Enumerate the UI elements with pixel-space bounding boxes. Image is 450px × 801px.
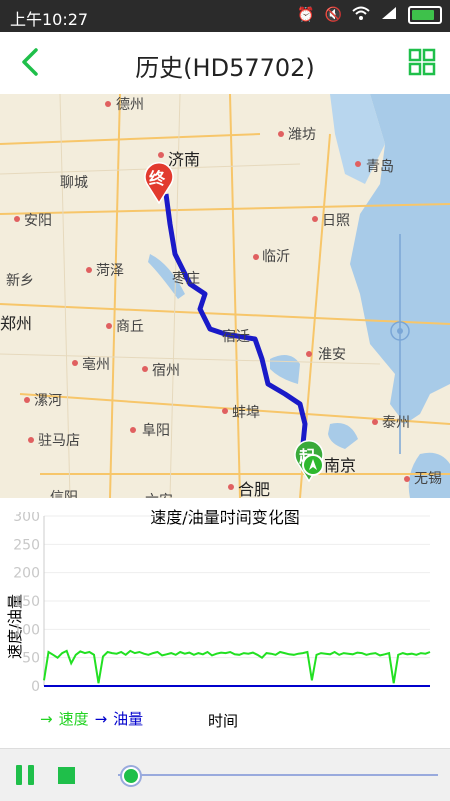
playback-bar <box>0 748 450 801</box>
y-tick-label: 300 <box>13 512 40 525</box>
chart-panel: 速度/油量时间变化图 速度/油量 300 250 200 150 100 50 0 → 速度… <box>0 498 450 748</box>
menu-grid-button[interactable] <box>408 48 436 76</box>
legend-speed-arrow: → <box>40 709 53 728</box>
legend-speed-label: 速度 <box>58 710 89 728</box>
city-label: 聊城 <box>60 175 88 191</box>
navigation-arrow-icon <box>309 459 317 470</box>
city-label: 信阳 <box>50 490 78 498</box>
end-marker-label: 终 <box>149 169 166 188</box>
city-label: 安阳 <box>24 213 52 229</box>
city-label: 驻马店 <box>38 433 80 449</box>
mute-icon: 🔇 <box>324 7 342 23</box>
stop-button[interactable] <box>58 767 75 784</box>
city-label: 淮安 <box>318 347 346 363</box>
series-line-speed <box>43 649 431 684</box>
city-label: 枣庄 <box>172 271 200 287</box>
city-label: 临沂 <box>262 249 290 265</box>
city-label: 亳州 <box>82 357 110 373</box>
legend-fuel-label: 油量 <box>113 710 144 728</box>
chart-plot: 300 250 200 150 100 50 0 <box>13 512 431 695</box>
chart-legend: → 速度 → 油量 <box>40 708 143 729</box>
city-label: 商丘 <box>116 319 144 335</box>
battery-icon <box>408 6 442 24</box>
city-label: 日照 <box>322 213 350 229</box>
city-label: 阜阳 <box>142 423 170 439</box>
y-tick-label: 200 <box>13 566 40 582</box>
status-bar: 上午10:27 ⏰ 🔇 <box>0 0 450 32</box>
wifi-icon <box>352 6 370 24</box>
y-tick-label: 100 <box>13 622 40 638</box>
city-label: 六安 <box>145 490 173 498</box>
end-marker[interactable]: 终 <box>142 160 176 205</box>
city-label: 德州 <box>116 97 144 113</box>
y-tick-label: 0 <box>31 679 40 695</box>
chart-x-label: 时间 <box>208 712 239 730</box>
page-title: 历史(HD57702) <box>135 54 315 82</box>
y-tick-label: 50 <box>22 651 40 667</box>
city-label: 潍坊 <box>288 127 316 143</box>
progress-track[interactable] <box>118 774 438 776</box>
vehicle-marker[interactable] <box>302 454 324 476</box>
alarm-icon: ⏰ <box>297 7 315 23</box>
pause-icon <box>16 765 22 785</box>
city-label: 合肥 <box>238 480 271 498</box>
pause-button[interactable] <box>16 765 34 785</box>
city-label: 泰州 <box>382 415 410 431</box>
y-tick-label: 150 <box>13 594 40 610</box>
city-label: 无锡 <box>414 471 442 487</box>
title-bar: 历史(HD57702) <box>0 32 450 95</box>
grid-icon <box>408 48 436 76</box>
city-label: 南京 <box>324 456 357 475</box>
city-label: 漯河 <box>34 393 62 409</box>
status-time: 上午10:27 <box>10 10 89 29</box>
y-tick-label: 250 <box>13 537 40 553</box>
progress-thumb[interactable] <box>122 767 141 785</box>
legend-fuel-arrow: → <box>94 709 108 728</box>
city-label: 新乡 <box>6 273 34 289</box>
city-label: 青岛 <box>366 159 394 175</box>
city-label: 菏泽 <box>96 263 124 279</box>
city-label: 蚌埠 <box>232 405 260 421</box>
city-label: 宿州 <box>152 363 180 379</box>
status-icons: ⏰ 🔇 <box>297 6 442 24</box>
signal-icon <box>380 6 398 24</box>
city-label: 郑州 <box>0 314 33 333</box>
city-label: 宿迁 <box>222 329 250 345</box>
map-view[interactable]: 德州 潍坊 济南 聊城 青岛 安阳 日照 新乡 菏泽 临沂 枣庄 郑州 商丘 宿… <box>0 94 450 498</box>
